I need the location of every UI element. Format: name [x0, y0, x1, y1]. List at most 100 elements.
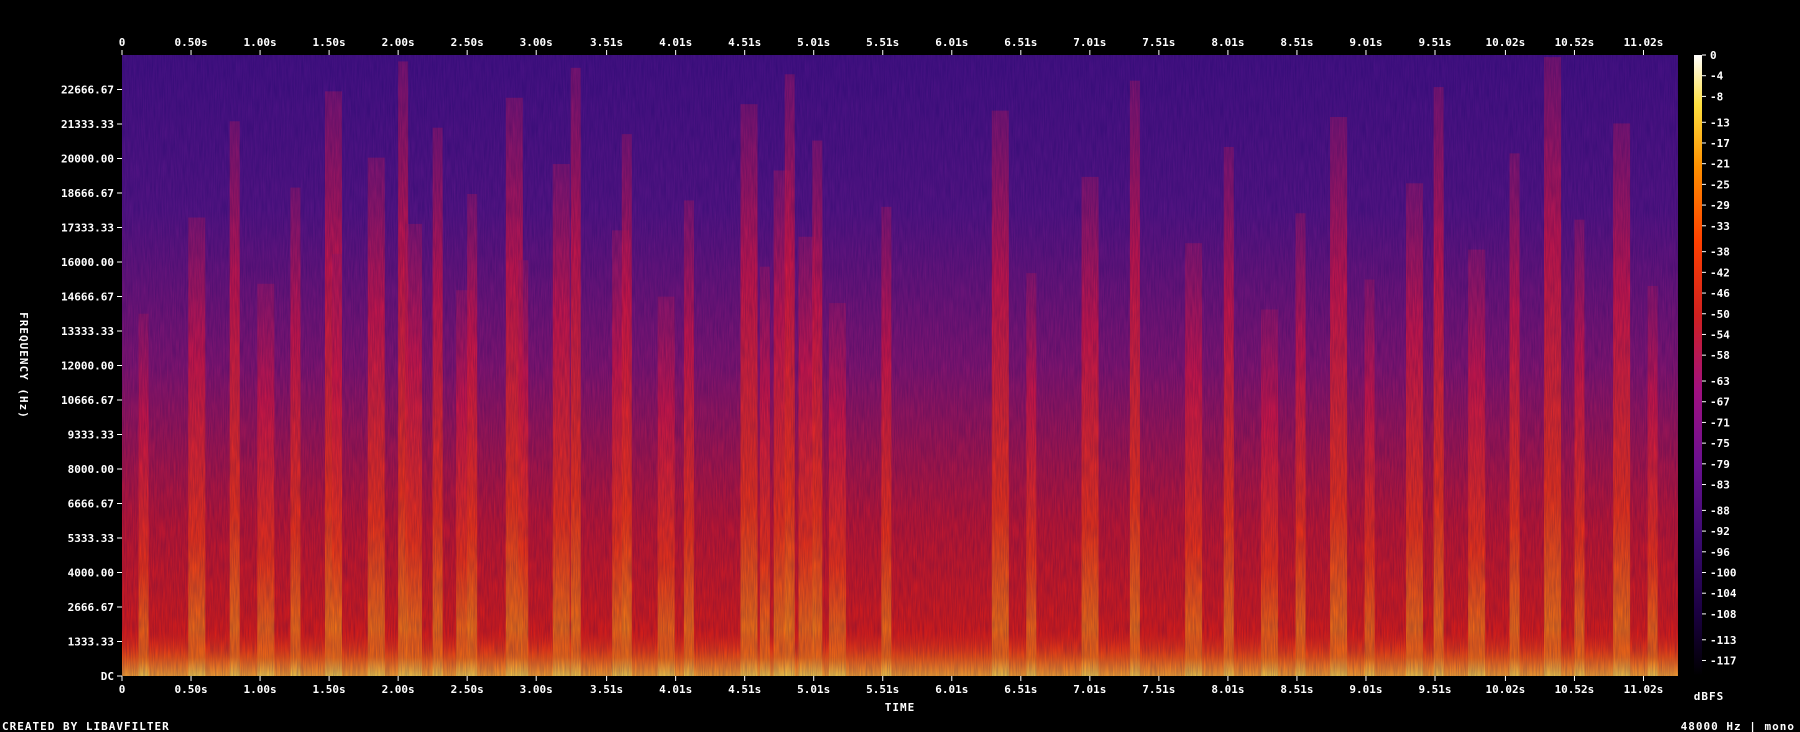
x-tick-label-bottom: 10.52s	[1555, 683, 1595, 696]
x-tick-label-bottom: 3.00s	[520, 683, 553, 696]
colorbar-tick-label: -71	[1710, 416, 1730, 429]
colorbar-tick-label: -88	[1710, 504, 1730, 517]
colorbar-label: dBFS	[1694, 690, 1725, 703]
x-tick-label-bottom: 8.01s	[1211, 683, 1244, 696]
colorbar-tick-label: -117	[1710, 654, 1737, 667]
y-tick-label: 8000.00	[68, 463, 114, 476]
colorbar: 0 -4 -8 -13 -17 -21 -25 -29 -33 -38 -42 -46 -50 -54 -5…	[1694, 49, 1737, 676]
x-tick-label-top: 7.51s	[1142, 36, 1175, 49]
x-tick-label-top: 4.01s	[659, 36, 692, 49]
noise-texture	[122, 55, 1678, 676]
y-tick-label: 2666.67	[68, 601, 114, 614]
y-tick-label: 17333.33	[61, 222, 114, 235]
x-tick-label-top: 0.50s	[174, 36, 207, 49]
x-tick-label-top: 2.00s	[382, 36, 415, 49]
colorbar-tick-label: -96	[1710, 546, 1730, 559]
y-axis-label: FREQUENCY (Hz)	[17, 312, 30, 419]
x-tick-label-top: 1.00s	[244, 36, 277, 49]
x-tick-label-bottom: 4.01s	[659, 683, 692, 696]
colorbar-tick-label: -58	[1710, 349, 1730, 362]
x-tick-label-top: 10.52s	[1555, 36, 1595, 49]
y-tick-label: 13333.33	[61, 325, 114, 338]
colorbar-tick-label: -33	[1710, 220, 1730, 233]
colorbar-tick-label: -21	[1710, 158, 1730, 171]
colorbar-tick-label: -83	[1710, 479, 1730, 492]
x-tick-label-bottom: 1.00s	[244, 683, 277, 696]
x-axis-label: TIME	[885, 701, 916, 714]
footer-credit: CREATED BY LIBAVFILTER	[2, 720, 170, 732]
x-tick-label-top: 6.01s	[935, 36, 968, 49]
x-tick-label-bottom: 2.50s	[451, 683, 484, 696]
x-axis-top: 0 0.50s 1.00s 1.50s 2.00s 2.50s 3.00s 3.51s 4.01…	[119, 36, 1663, 55]
colorbar-tick-label: -38	[1710, 246, 1730, 259]
x-tick-label-bottom: 8.51s	[1280, 683, 1313, 696]
y-tick-label: 1333.33	[68, 636, 114, 649]
colorbar-tick-label: -113	[1710, 634, 1737, 647]
colorbar-tick-label: -50	[1710, 308, 1730, 321]
x-tick-label-bottom: 4.51s	[728, 683, 761, 696]
y-tick-label: 18666.67	[61, 187, 114, 200]
colorbar-tick-label: -63	[1710, 375, 1730, 388]
x-tick-label-top: 5.01s	[797, 36, 830, 49]
y-tick-label: 5333.33	[68, 532, 114, 545]
x-tick-label-bottom: 0	[119, 683, 126, 696]
x-tick-label-bottom: 6.51s	[1004, 683, 1037, 696]
y-tick-label: 14666.67	[61, 290, 114, 303]
x-tick-label-top: 7.01s	[1073, 36, 1106, 49]
x-tick-label-top: 2.50s	[451, 36, 484, 49]
y-tick-label: 6666.67	[68, 497, 114, 510]
colorbar-tick-label: -17	[1710, 137, 1730, 150]
colorbar-tick-label: 0	[1710, 49, 1717, 62]
x-tick-label-bottom: 0.50s	[174, 683, 207, 696]
colorbar-tick-label: -67	[1710, 396, 1730, 409]
colorbar-ticks: 0 -4 -8 -13 -17 -21 -25 -29 -33 -38 -42 -46 -50 -54 -5…	[1702, 49, 1737, 667]
x-tick-label-top: 1.50s	[313, 36, 346, 49]
colorbar-tick-label: -8	[1710, 90, 1723, 103]
x-tick-label-bottom: 11.02s	[1624, 683, 1664, 696]
y-tick-label: 21333.33	[61, 118, 114, 131]
x-tick-label-bottom: 7.01s	[1073, 683, 1106, 696]
x-tick-label-top: 5.51s	[866, 36, 899, 49]
x-tick-label-top: 10.02s	[1486, 36, 1526, 49]
x-tick-label-top: 8.51s	[1280, 36, 1313, 49]
colorbar-tick-label: -25	[1710, 178, 1730, 191]
y-tick-label: DC	[101, 670, 114, 683]
y-tick-label: 22666.67	[61, 83, 114, 96]
colorbar-tick-label: -13	[1710, 116, 1730, 129]
x-tick-label-top: 8.01s	[1211, 36, 1244, 49]
colorbar-tick-label: -92	[1710, 525, 1730, 538]
spectrogram-chart: 0 0.50s 1.00s 1.50s 2.00s 2.50s 3.00s 3.51s 4.01…	[2, 36, 1795, 732]
x-tick-label-bottom: 1.50s	[313, 683, 346, 696]
x-tick-label-bottom: 9.01s	[1349, 683, 1382, 696]
x-tick-label-top: 3.00s	[520, 36, 553, 49]
colorbar-tick-label: -46	[1710, 287, 1730, 300]
colorbar-tick-label: -54	[1710, 328, 1730, 341]
colorbar-tick-label: -4	[1710, 70, 1724, 83]
colorbar-tick-label: -79	[1710, 458, 1730, 471]
colorbar-tick-label: -100	[1710, 567, 1737, 580]
x-tick-label-bottom: 6.01s	[935, 683, 968, 696]
y-axis: DC 1333.33 2666.67 4000.00 5333.33 6666.67 800…	[61, 83, 122, 683]
x-tick-label-top: 0	[119, 36, 126, 49]
colorbar-tick-label: -75	[1710, 437, 1730, 450]
y-tick-label: 4000.00	[68, 567, 114, 580]
colorbar-tick-label: -42	[1710, 266, 1730, 279]
colorbar-gradient	[1694, 55, 1702, 676]
x-tick-label-top: 6.51s	[1004, 36, 1037, 49]
x-tick-label-top: 9.51s	[1418, 36, 1451, 49]
y-tick-label: 10666.67	[61, 394, 114, 407]
y-tick-label: 16000.00	[61, 256, 114, 269]
x-tick-label-bottom: 7.51s	[1142, 683, 1175, 696]
x-tick-label-bottom: 10.02s	[1486, 683, 1526, 696]
y-tick-label: 20000.00	[61, 153, 114, 166]
colorbar-tick-label: -29	[1710, 199, 1730, 212]
x-tick-label-top: 9.01s	[1349, 36, 1382, 49]
x-tick-label-bottom: 9.51s	[1418, 683, 1451, 696]
x-tick-label-bottom: 3.51s	[590, 683, 623, 696]
x-tick-label-top: 4.51s	[728, 36, 761, 49]
footer-format: 48000 Hz | mono	[1681, 720, 1795, 732]
colorbar-tick-label: -108	[1710, 608, 1737, 621]
x-axis-bottom: 0 0.50s 1.00s 1.50s 2.00s 2.50s 3.00s 3.51s 4.01…	[119, 676, 1664, 696]
x-tick-label-top: 3.51s	[590, 36, 623, 49]
plot-area	[122, 55, 1678, 677]
